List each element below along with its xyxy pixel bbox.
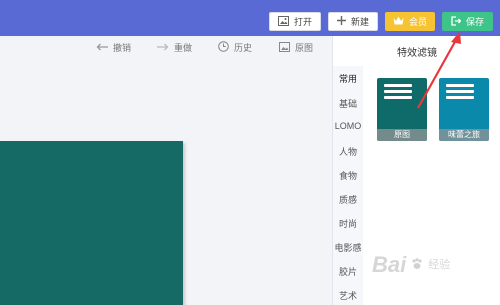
category-item[interactable]: 艺术 (333, 289, 363, 302)
export-icon (451, 15, 462, 28)
arrow-right-icon (157, 43, 169, 53)
category-item[interactable]: 常用 (333, 72, 363, 85)
category-item[interactable]: LOMO (333, 121, 363, 131)
category-list: 常用 基础 LOMO 人物 食物 质感 时尚 电影感 胶片 艺术 (333, 66, 363, 305)
filter-label: 原图 (377, 129, 427, 141)
clock-icon (218, 41, 229, 54)
panel-title: 特效滤镜 (397, 48, 437, 59)
category-item[interactable]: 食物 (333, 169, 363, 182)
watermark: Bai 经验 (372, 252, 450, 278)
category-item[interactable]: 胶片 (333, 265, 363, 278)
filter-thumbnail[interactable]: 原图 (377, 78, 427, 141)
history-label: 历史 (234, 43, 253, 53)
document-icon (384, 84, 412, 102)
plus-icon (336, 16, 346, 27)
vip-button-label: 会员 (408, 17, 427, 27)
arrow-left-icon (96, 43, 108, 53)
category-item[interactable]: 时尚 (333, 217, 363, 230)
history-button[interactable]: 历史 (218, 41, 252, 54)
canvas-area[interactable] (0, 60, 332, 305)
open-button[interactable]: 打开 (269, 12, 321, 31)
redo-label: 重做 (174, 43, 193, 53)
canvas-image[interactable] (0, 141, 183, 305)
crown-icon (393, 16, 404, 27)
save-button-label: 保存 (465, 17, 484, 27)
filter-thumbnail[interactable]: 味蕾之旅 (439, 78, 489, 141)
category-item[interactable]: 人物 (333, 145, 363, 158)
category-item[interactable]: 基础 (333, 97, 363, 110)
top-bar: 打开 新建 会员 保存 (0, 0, 500, 36)
undo-button[interactable]: 撤销 (96, 41, 131, 54)
edit-toolbar: 撤销 重做 历史 原图 (0, 36, 332, 60)
new-button-label: 新建 (350, 17, 369, 27)
save-button[interactable]: 保存 (442, 12, 493, 31)
original-label: 原图 (295, 43, 314, 53)
category-item[interactable]: 电影感 (333, 241, 363, 254)
open-button-label: 打开 (293, 17, 312, 27)
new-button[interactable]: 新建 (328, 12, 378, 31)
watermark-text: 经验 (428, 258, 451, 271)
redo-button[interactable]: 重做 (157, 41, 192, 54)
document-icon (446, 84, 474, 102)
filter-label: 味蕾之旅 (439, 129, 489, 141)
undo-label: 撤销 (113, 43, 132, 53)
original-button[interactable]: 原图 (279, 41, 313, 54)
image-icon (279, 41, 290, 54)
image-icon (277, 15, 289, 28)
vip-button[interactable]: 会员 (385, 12, 435, 31)
category-item[interactable]: 质感 (333, 193, 363, 206)
paw-icon (410, 257, 424, 273)
watermark-logo: Bai (372, 252, 407, 277)
